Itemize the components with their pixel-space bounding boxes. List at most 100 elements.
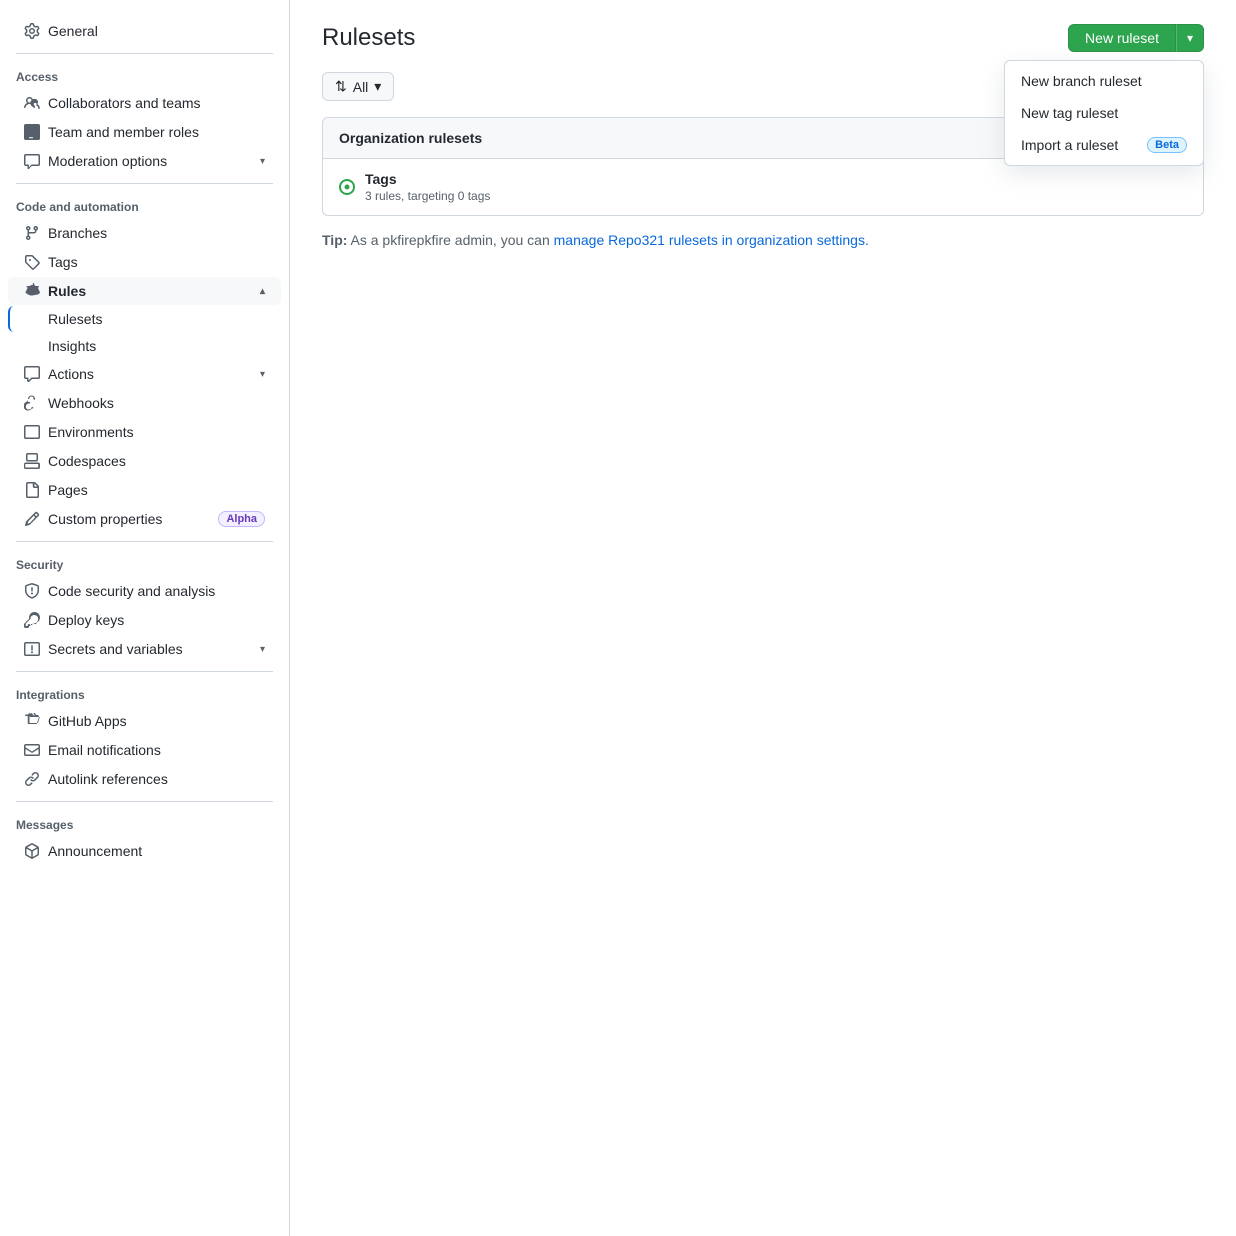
all-filter-label: All: [353, 79, 369, 95]
secret-icon: [24, 641, 40, 657]
ruleset-desc: 3 rules, targeting 0 tags: [365, 189, 490, 203]
import-ruleset-label: Import a ruleset: [1021, 137, 1118, 153]
webhook-icon: [24, 395, 40, 411]
tag-icon: [24, 254, 40, 270]
sidebar-item-moderation[interactable]: Moderation options ▾: [8, 147, 281, 175]
collaborators-label: Collaborators and teams: [48, 95, 265, 111]
divider-security: [16, 541, 273, 542]
new-ruleset-caret-button[interactable]: ▾: [1176, 24, 1204, 52]
sidebar-item-tags[interactable]: Tags: [8, 248, 281, 276]
sidebar-sub-item-rulesets[interactable]: Rulesets: [8, 306, 281, 332]
email-notifications-label: Email notifications: [48, 742, 265, 758]
tip-link[interactable]: manage Repo321 rulesets in organization …: [554, 232, 869, 248]
sidebar-section-messages: Messages: [0, 810, 289, 836]
sidebar-item-webhooks[interactable]: Webhooks: [8, 389, 281, 417]
rulesets-sub-label: Rulesets: [48, 311, 102, 327]
sidebar-item-custom-properties[interactable]: Custom properties Alpha: [8, 505, 281, 533]
sidebar-item-github-apps[interactable]: GitHub Apps: [8, 707, 281, 735]
deploy-keys-label: Deploy keys: [48, 612, 265, 628]
divider-integrations: [16, 671, 273, 672]
sidebar-item-email-notifications[interactable]: Email notifications: [8, 736, 281, 764]
new-ruleset-dropdown: New branch ruleset New tag ruleset Impor…: [1004, 60, 1204, 166]
sidebar-item-actions[interactable]: Actions ▾: [8, 360, 281, 388]
comment-icon: [24, 153, 40, 169]
sidebar-item-branches[interactable]: Branches: [8, 219, 281, 247]
sidebar-section-integrations: Integrations: [0, 680, 289, 706]
sidebar-item-team-roles[interactable]: Team and member roles: [8, 118, 281, 146]
secrets-chevron: ▾: [260, 644, 265, 655]
new-branch-ruleset-label: New branch ruleset: [1021, 73, 1142, 89]
sidebar-item-code-security[interactable]: Code security and analysis: [8, 577, 281, 605]
sidebar-item-deploy-keys[interactable]: Deploy keys: [8, 606, 281, 634]
sidebar-sub-item-insights[interactable]: Insights: [8, 333, 281, 359]
insights-sub-label: Insights: [48, 338, 96, 354]
new-tag-ruleset-label: New tag ruleset: [1021, 105, 1118, 121]
actions-chevron: ▾: [260, 369, 265, 380]
pages-label: Pages: [48, 482, 265, 498]
sidebar-item-codespaces[interactable]: Codespaces: [8, 447, 281, 475]
sidebar-item-general[interactable]: General: [8, 17, 281, 45]
sidebar-item-environments[interactable]: Environments: [8, 418, 281, 446]
new-ruleset-button[interactable]: New ruleset: [1068, 24, 1176, 52]
key-icon: [24, 612, 40, 628]
team-icon: [24, 124, 40, 140]
rules-label: Rules: [48, 283, 252, 299]
github-apps-label: GitHub Apps: [48, 713, 265, 729]
ruleset-row-tags[interactable]: Tags 3 rules, targeting 0 tags: [323, 159, 1203, 215]
sidebar-item-announcement[interactable]: Announcement: [8, 837, 281, 865]
moderation-chevron: ▾: [260, 156, 265, 167]
new-ruleset-btn-group: New ruleset ▾: [1068, 24, 1204, 52]
divider-messages: [16, 801, 273, 802]
dropdown-new-tag-ruleset[interactable]: New tag ruleset: [1005, 97, 1203, 129]
tip-body: As a pkfirepkfire admin, you can: [351, 232, 554, 248]
beta-badge: Beta: [1147, 137, 1187, 153]
tip-text: Tip: As a pkfirepkfire admin, you can ma…: [322, 232, 1204, 248]
secrets-label: Secrets and variables: [48, 641, 252, 657]
sidebar-item-secrets[interactable]: Secrets and variables ▾: [8, 635, 281, 663]
sidebar-item-rules[interactable]: Rules ▴: [8, 277, 281, 305]
codespaces-icon: [24, 453, 40, 469]
codespaces-label: Codespaces: [48, 453, 265, 469]
gear-icon: [24, 23, 40, 39]
rules-icon: [24, 283, 40, 299]
autolink-icon: [24, 771, 40, 787]
sidebar-item-collaborators[interactable]: Collaborators and teams: [8, 89, 281, 117]
email-icon: [24, 742, 40, 758]
ruleset-info: Tags 3 rules, targeting 0 tags: [365, 171, 490, 203]
announcement-label: Announcement: [48, 843, 265, 859]
custom-properties-label: Custom properties: [48, 511, 210, 527]
page-title: Rulesets: [322, 24, 415, 52]
divider-code: [16, 183, 273, 184]
team-roles-label: Team and member roles: [48, 124, 265, 140]
autolink-label: Autolink references: [48, 771, 265, 787]
filter-chevron: ▾: [374, 78, 381, 95]
sidebar: General Access Collaborators and teams T…: [0, 0, 290, 1236]
rules-chevron: ▴: [260, 286, 265, 297]
properties-icon: [24, 511, 40, 527]
actions-icon: [24, 366, 40, 382]
filter-icon: ⇅: [335, 78, 347, 95]
divider-access: [16, 53, 273, 54]
dropdown-new-branch-ruleset[interactable]: New branch ruleset: [1005, 65, 1203, 97]
environments-label: Environments: [48, 424, 265, 440]
branch-icon: [24, 225, 40, 241]
sidebar-item-pages[interactable]: Pages: [8, 476, 281, 504]
alpha-badge: Alpha: [218, 511, 265, 527]
environments-icon: [24, 424, 40, 440]
pages-icon: [24, 482, 40, 498]
sidebar-general-label: General: [48, 23, 265, 39]
sidebar-section-security: Security: [0, 550, 289, 576]
all-filter-button[interactable]: ⇅ All ▾: [322, 72, 394, 101]
shield-icon: [24, 583, 40, 599]
sidebar-section-access: Access: [0, 62, 289, 88]
ruleset-name: Tags: [365, 171, 490, 187]
org-rulesets-title: Organization rulesets: [339, 130, 482, 146]
dropdown-import-ruleset[interactable]: Import a ruleset Beta: [1005, 129, 1203, 161]
sidebar-item-autolink[interactable]: Autolink references: [8, 765, 281, 793]
tags-label: Tags: [48, 254, 265, 270]
webhooks-label: Webhooks: [48, 395, 265, 411]
main-content: Rulesets New ruleset ▾ ⇅ All ▾ Organizat…: [290, 0, 1236, 1236]
tip-prefix: Tip:: [322, 232, 347, 248]
moderation-label: Moderation options: [48, 153, 252, 169]
apps-icon: [24, 713, 40, 729]
